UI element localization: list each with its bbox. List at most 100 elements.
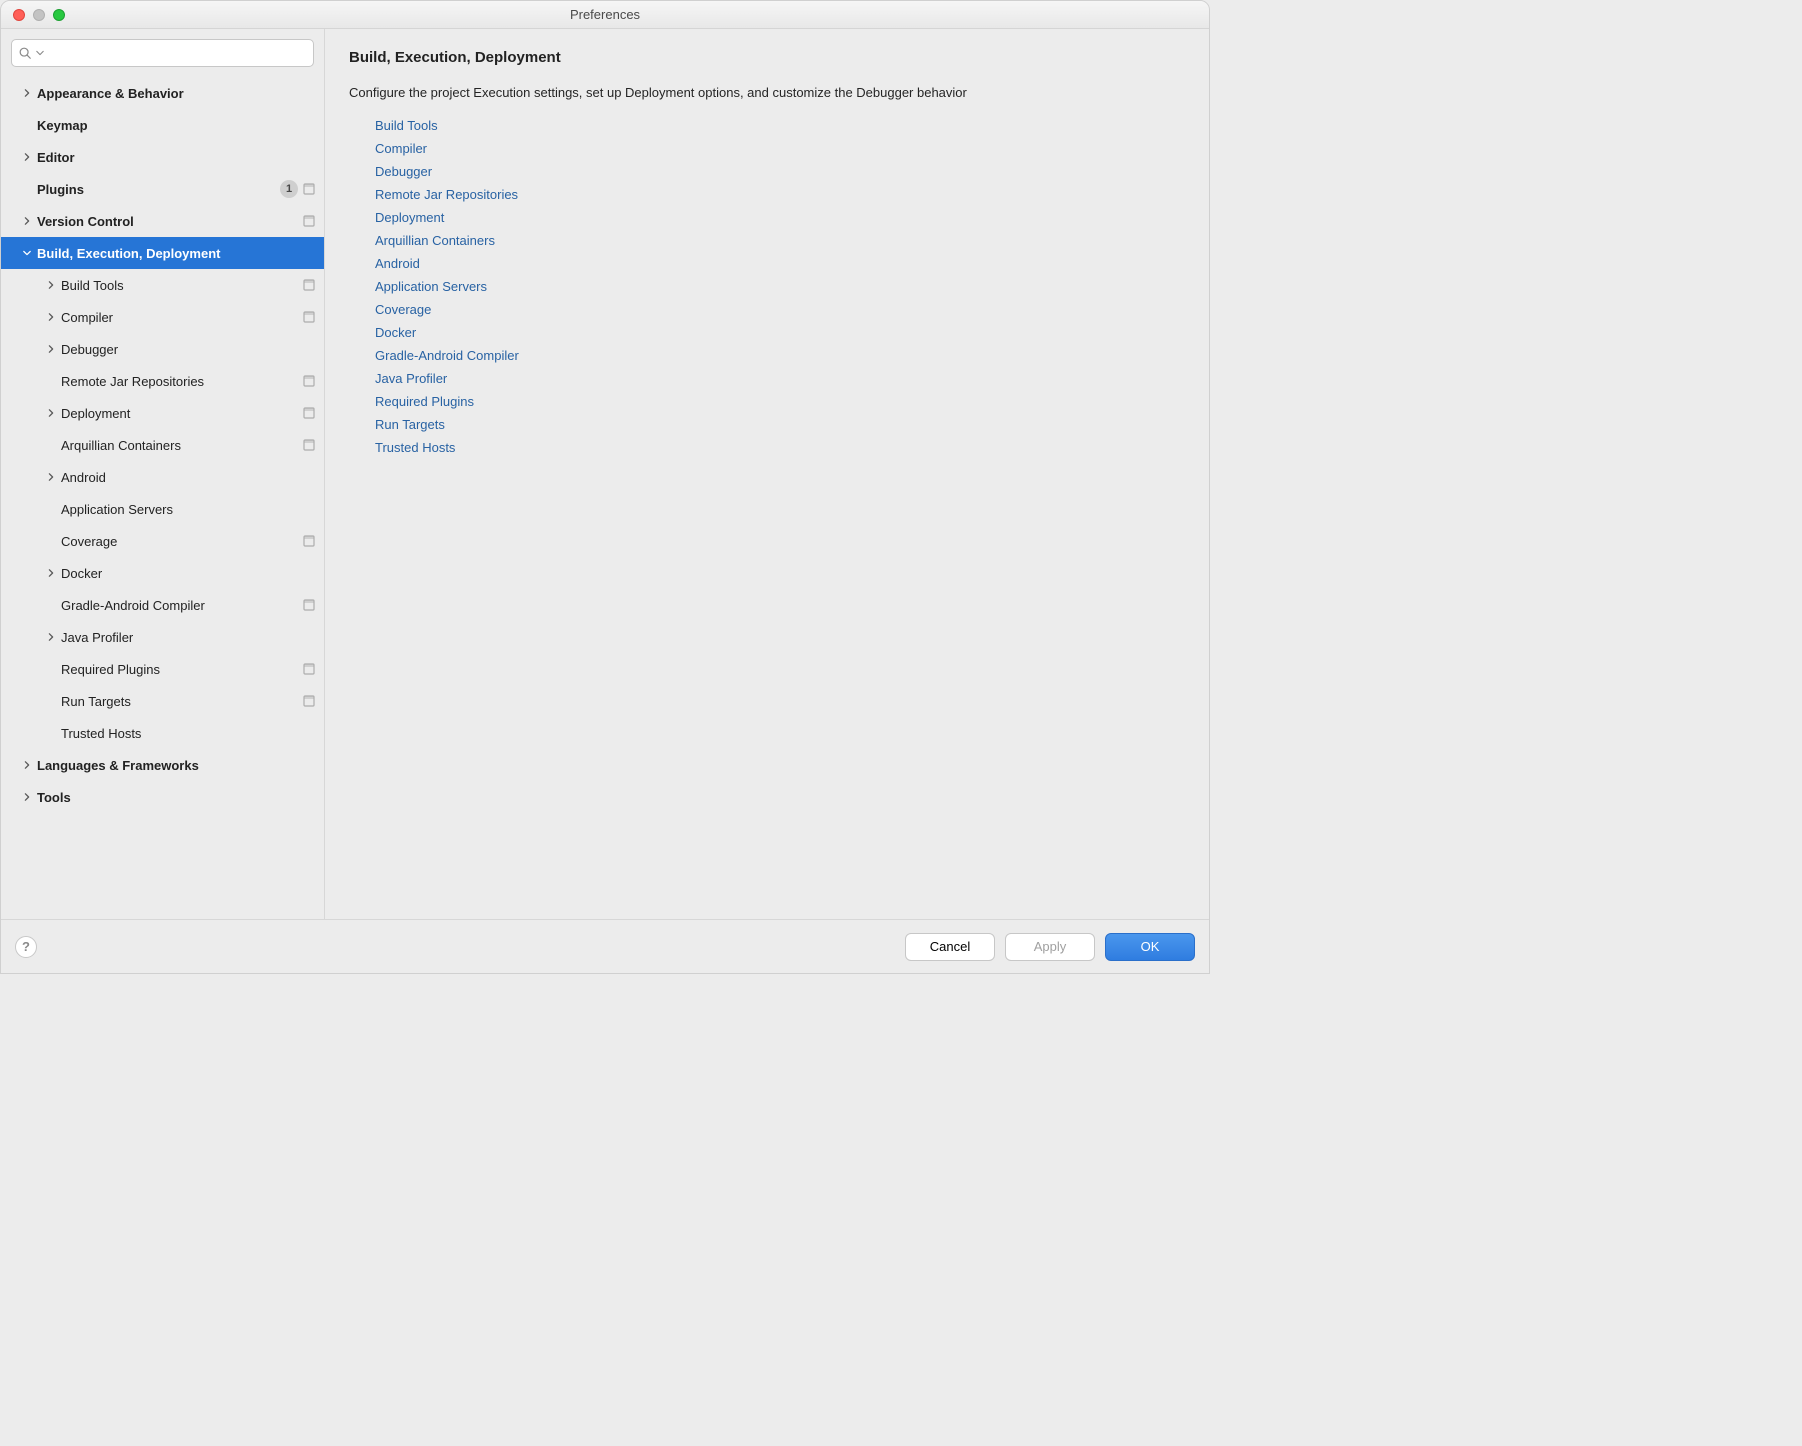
project-scope-icon	[302, 535, 316, 547]
tree-item-label: Trusted Hosts	[61, 726, 316, 741]
main-content: Build, Execution, Deployment Configure t…	[325, 29, 1209, 919]
expand-arrow-icon[interactable]	[45, 569, 57, 577]
expand-arrow-icon[interactable]	[45, 281, 57, 289]
tree-item[interactable]: Debugger	[1, 333, 324, 365]
main-panel: Build, Execution, Deployment Configure t…	[325, 29, 1209, 919]
tree-item-label: Application Servers	[61, 502, 316, 517]
tree-item-label: Plugins	[37, 182, 276, 197]
tree-item[interactable]: Android	[1, 461, 324, 493]
tree-item-label: Deployment	[61, 406, 298, 421]
tree-item[interactable]: Application Servers	[1, 493, 324, 525]
search-input[interactable]	[48, 45, 307, 62]
subpage-link[interactable]: Debugger	[375, 164, 1185, 179]
subpage-links: Build Tools Compiler Debugger Remote Jar Re…	[349, 118, 1185, 455]
tree-item-label: Required Plugins	[61, 662, 298, 677]
tree-item-label: Build, Execution, Deployment	[37, 246, 316, 261]
tree-item[interactable]: Languages & Frameworks	[1, 749, 324, 781]
tree-item-label: Editor	[37, 150, 316, 165]
tree-item[interactable]: Plugins 1	[1, 173, 324, 205]
tree-item[interactable]: Compiler	[1, 301, 324, 333]
tree-item-label: Java Profiler	[61, 630, 316, 645]
expand-arrow-icon[interactable]	[21, 153, 33, 161]
project-scope-icon	[302, 439, 316, 451]
expand-arrow-icon[interactable]	[21, 249, 33, 257]
subpage-link[interactable]: Remote Jar Repositories	[375, 187, 1185, 202]
subpage-link[interactable]: Build Tools	[375, 118, 1185, 133]
expand-arrow-icon[interactable]	[45, 345, 57, 353]
project-scope-icon	[302, 695, 316, 707]
tree-item-label: Appearance & Behavior	[37, 86, 316, 101]
project-scope-icon	[302, 407, 316, 419]
footer: ? Cancel Apply OK	[1, 919, 1209, 973]
tree-item-label: Coverage	[61, 534, 298, 549]
tree-item[interactable]: Arquillian Containers	[1, 429, 324, 461]
expand-arrow-icon[interactable]	[21, 89, 33, 97]
tree-item-label: Remote Jar Repositories	[61, 374, 298, 389]
tree-item[interactable]: Run Targets	[1, 685, 324, 717]
subpage-link[interactable]: Coverage	[375, 302, 1185, 317]
page-title: Build, Execution, Deployment	[349, 49, 1185, 66]
tree-item[interactable]: Gradle-Android Compiler	[1, 589, 324, 621]
subpage-link[interactable]: Java Profiler	[375, 371, 1185, 386]
expand-arrow-icon[interactable]	[21, 761, 33, 769]
tree-item-label: Compiler	[61, 310, 298, 325]
tree-item[interactable]: Appearance & Behavior	[1, 77, 324, 109]
search-history-icon[interactable]	[36, 49, 44, 57]
expand-arrow-icon[interactable]	[45, 633, 57, 641]
subpage-link[interactable]: Docker	[375, 325, 1185, 340]
tree-item[interactable]: Java Profiler	[1, 621, 324, 653]
expand-arrow-icon[interactable]	[45, 409, 57, 417]
subpage-link[interactable]: Android	[375, 256, 1185, 271]
tree-item[interactable]: Deployment	[1, 397, 324, 429]
subpage-link[interactable]: Gradle-Android Compiler	[375, 348, 1185, 363]
subpage-link[interactable]: Run Targets	[375, 417, 1185, 432]
tree-item-label: Docker	[61, 566, 316, 581]
tree-item-label: Arquillian Containers	[61, 438, 298, 453]
tree-item-label: Gradle-Android Compiler	[61, 598, 298, 613]
update-badge: 1	[280, 180, 298, 198]
subpage-link[interactable]: Deployment	[375, 210, 1185, 225]
tree-item[interactable]: Build Tools	[1, 269, 324, 301]
tree-item[interactable]: Tools	[1, 781, 324, 813]
subpage-link[interactable]: Trusted Hosts	[375, 440, 1185, 455]
help-button[interactable]: ?	[15, 936, 37, 958]
subpage-link[interactable]: Required Plugins	[375, 394, 1185, 409]
page-blurb: Configure the project Execution settings…	[349, 84, 1169, 102]
cancel-button[interactable]: Cancel	[905, 933, 995, 961]
titlebar: Preferences	[1, 1, 1209, 29]
tree-item-label: Debugger	[61, 342, 316, 357]
settings-tree: Appearance & Behavior Keymap Editor Plugins…	[1, 73, 324, 919]
tree-item[interactable]: Required Plugins	[1, 653, 324, 685]
search-icon	[18, 46, 32, 60]
tree-item[interactable]: Coverage	[1, 525, 324, 557]
search-wrap	[1, 29, 324, 73]
expand-arrow-icon[interactable]	[21, 793, 33, 801]
ok-button[interactable]: OK	[1105, 933, 1195, 961]
search-box[interactable]	[11, 39, 314, 67]
expand-arrow-icon[interactable]	[45, 473, 57, 481]
tree-item[interactable]: Keymap	[1, 109, 324, 141]
apply-button[interactable]: Apply	[1005, 933, 1095, 961]
tree-item[interactable]: Trusted Hosts	[1, 717, 324, 749]
expand-arrow-icon[interactable]	[45, 313, 57, 321]
project-scope-icon	[302, 279, 316, 291]
expand-arrow-icon[interactable]	[21, 217, 33, 225]
tree-item[interactable]: Remote Jar Repositories	[1, 365, 324, 397]
tree-item-label: Version Control	[37, 214, 298, 229]
project-scope-icon	[302, 599, 316, 611]
tree-item-label: Keymap	[37, 118, 316, 133]
tree-item-label: Run Targets	[61, 694, 298, 709]
project-scope-icon	[302, 215, 316, 227]
tree-item[interactable]: Docker	[1, 557, 324, 589]
subpage-link[interactable]: Arquillian Containers	[375, 233, 1185, 248]
project-scope-icon	[302, 183, 316, 195]
subpage-link[interactable]: Compiler	[375, 141, 1185, 156]
tree-item-label: Tools	[37, 790, 316, 805]
preferences-window: Preferences Appearance & Behavior Keymap E…	[0, 0, 1210, 974]
tree-item[interactable]: Version Control	[1, 205, 324, 237]
subpage-link[interactable]: Application Servers	[375, 279, 1185, 294]
tree-item[interactable]: Editor	[1, 141, 324, 173]
window-title: Preferences	[1, 7, 1209, 22]
sidebar: Appearance & Behavior Keymap Editor Plugins…	[1, 29, 325, 919]
tree-item[interactable]: Build, Execution, Deployment	[1, 237, 324, 269]
